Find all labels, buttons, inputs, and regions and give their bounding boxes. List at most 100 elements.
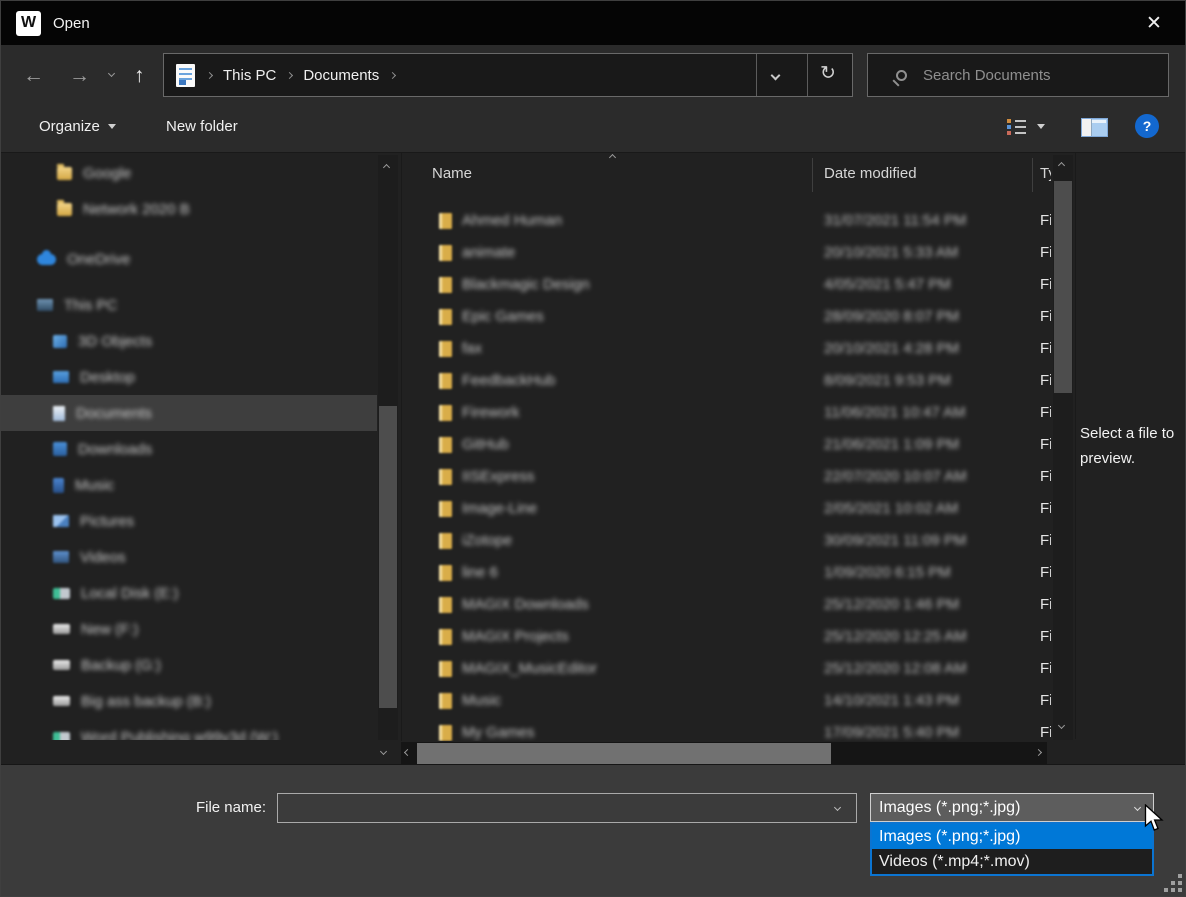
address-bar[interactable]: This PC Documents ↻ — [163, 53, 853, 97]
back-button[interactable]: ← — [23, 63, 44, 89]
organize-button[interactable]: Organize — [39, 118, 116, 135]
forward-button[interactable]: → — [69, 63, 90, 89]
sidebar-item-local-disk-e-[interactable]: Local Disk (E:) — [1, 575, 377, 611]
sidebar-item-onedrive[interactable]: OneDrive — [1, 241, 377, 277]
scroll-up-icon[interactable] — [1058, 162, 1065, 169]
file-date-modified: 28/09/2020 8:07 PM — [824, 308, 959, 325]
file-row[interactable]: Music14/10/2021 1:43 PMFile folder — [402, 685, 1051, 717]
address-dropdown-chevron-icon[interactable] — [771, 71, 781, 81]
file-row[interactable]: IISExpress22/07/2020 10:07 AMFile folder — [402, 461, 1051, 493]
file-row[interactable]: FeedbackHub8/09/2021 9:53 PMFile folder — [402, 365, 1051, 397]
folder-icon — [439, 565, 452, 581]
file-type: File folder — [1040, 596, 1051, 613]
file-row[interactable]: Blackmagic Design4/05/2021 5:47 PMFile f… — [402, 269, 1051, 301]
column-header-name[interactable]: Name — [432, 165, 472, 182]
sidebar-item-this-pc[interactable]: This PC — [1, 287, 377, 323]
file-row[interactable]: GitHub21/06/2021 1:09 PMFile folder — [402, 429, 1051, 461]
refresh-icon[interactable]: ↻ — [820, 62, 836, 85]
sidebar-list: GoogleNetwork 2020 B OneDrive This PC3D Ob… — [1, 155, 377, 740]
sidebar-item-label: Documents — [76, 405, 152, 422]
file-date-modified: 22/07/2020 10:07 AM — [824, 468, 967, 485]
sidebar-item-pictures[interactable]: Pictures — [1, 503, 377, 539]
file-row[interactable]: line 61/09/2020 6:15 PMFile folder — [402, 557, 1051, 589]
sidebar-item-documents[interactable]: Documents — [1, 395, 377, 431]
file-row[interactable]: Ahmed Human31/07/2021 11:54 PMFile folde… — [402, 205, 1051, 237]
sidebar-item-music[interactable]: Music — [1, 467, 377, 503]
column-divider[interactable] — [812, 158, 813, 192]
file-date-modified: 1/09/2020 6:15 PM — [824, 564, 951, 581]
file-type: File folder — [1040, 532, 1051, 549]
horizontal-scrollbar-thumb[interactable] — [417, 743, 831, 764]
view-mode-button[interactable] — [1006, 118, 1045, 135]
horizontal-scrollbar[interactable] — [401, 742, 1047, 765]
resize-grip[interactable] — [1164, 874, 1182, 892]
recent-locations-chevron-icon[interactable] — [108, 70, 115, 77]
documents-icon — [53, 406, 65, 421]
sidebar-item-backup-g-[interactable]: Backup (G:) — [1, 647, 377, 683]
sidebar-scrollbar-thumb[interactable] — [379, 406, 397, 708]
breadcrumb-documents[interactable]: Documents — [297, 67, 385, 84]
sidebar-item-label: New (F:) — [81, 621, 139, 638]
file-row[interactable]: MAGIX Projects25/12/2020 12:25 AMFile fo… — [402, 621, 1051, 653]
file-type-option[interactable]: Videos (*.mp4;*.mov) — [872, 849, 1152, 874]
caret-down-icon — [1037, 124, 1045, 129]
close-button[interactable]: ✕ — [1139, 9, 1169, 37]
folder-icon — [439, 661, 452, 677]
sidebar-item-word-publishing-w99y3d-w-[interactable]: Word Publishing w99y3d (W:) — [1, 719, 377, 740]
breadcrumb-this-pc[interactable]: This PC — [217, 67, 282, 84]
file-list-scrollbar-thumb[interactable] — [1054, 181, 1072, 393]
sidebar-item-label: Videos — [80, 549, 126, 566]
file-row[interactable]: animate20/10/2021 5:33 AMFile folder — [402, 237, 1051, 269]
address-divider — [807, 54, 808, 96]
help-button[interactable]: ? — [1135, 114, 1159, 138]
folder-icon — [439, 437, 452, 453]
sidebar-scroll-down-icon[interactable] — [380, 748, 387, 755]
search-input[interactable] — [923, 67, 1168, 84]
file-row[interactable]: MAGIX_MusicEditor25/12/2020 12:08 AMFile… — [402, 653, 1051, 685]
column-header-type[interactable]: Type — [1040, 165, 1051, 182]
file-type-select[interactable]: Images (*.png;*.jpg) — [870, 793, 1154, 822]
file-row[interactable]: Firework11/06/2021 10:47 AMFile folder — [402, 397, 1051, 429]
sidebar-scrollbar[interactable] — [378, 155, 398, 740]
file-date-modified: 2/05/2021 10:02 AM — [824, 500, 958, 517]
up-button[interactable]: ↑ — [134, 63, 145, 89]
scroll-left-icon[interactable] — [404, 749, 411, 756]
scroll-right-icon[interactable] — [1035, 749, 1042, 756]
videos-icon — [53, 551, 69, 563]
sidebar-item-google[interactable]: Google — [1, 155, 377, 191]
file-type-option[interactable]: Images (*.png;*.jpg) — [872, 824, 1152, 849]
file-row[interactable]: Epic Games28/09/2020 8:07 PMFile folder — [402, 301, 1051, 333]
breadcrumb-chevron-icon — [206, 71, 213, 78]
file-date-modified: 17/09/2021 5:40 PM — [824, 724, 959, 741]
file-row[interactable]: fax20/10/2021 4:28 PMFile folder — [402, 333, 1051, 365]
file-row[interactable]: iZotope30/09/2021 11:09 PMFile folder — [402, 525, 1051, 557]
file-list-scrollbar[interactable] — [1053, 155, 1073, 740]
file-row[interactable]: My Games17/09/2021 5:40 PMFile folder — [402, 717, 1051, 741]
preview-pane-button[interactable] — [1081, 118, 1108, 137]
sidebar-item-videos[interactable]: Videos — [1, 539, 377, 575]
sidebar-item-3d-objects[interactable]: 3D Objects — [1, 323, 377, 359]
new-folder-button[interactable]: New folder — [166, 118, 238, 135]
file-type: File folder — [1040, 340, 1051, 357]
file-date-modified: 4/05/2021 5:47 PM — [824, 276, 951, 293]
folder-icon — [439, 725, 452, 741]
folder-icon — [439, 245, 452, 261]
scroll-up-icon[interactable] — [383, 164, 390, 171]
file-type: File folder — [1040, 308, 1051, 325]
file-row[interactable]: Image-Line2/05/2021 10:02 AMFile folder — [402, 493, 1051, 525]
scroll-down-icon[interactable] — [1058, 722, 1065, 729]
sidebar-item-label: Music — [75, 477, 114, 494]
sidebar-item-downloads[interactable]: Downloads — [1, 431, 377, 467]
file-date-modified: 25/12/2020 1:46 PM — [824, 596, 959, 613]
caret-down-icon — [108, 124, 116, 129]
column-header-date-modified[interactable]: Date modified — [824, 165, 917, 182]
file-name-input[interactable] — [277, 793, 857, 823]
folder-icon — [439, 533, 452, 549]
sidebar-item-desktop[interactable]: Desktop — [1, 359, 377, 395]
column-divider[interactable] — [1032, 158, 1033, 192]
sidebar-item-network-2020-b[interactable]: Network 2020 B — [1, 191, 377, 227]
sidebar-item-big-ass-backup-b-[interactable]: Big ass backup (B:) — [1, 683, 377, 719]
drive-gray-icon — [53, 696, 70, 706]
file-row[interactable]: MAGIX Downloads25/12/2020 1:46 PMFile fo… — [402, 589, 1051, 621]
sidebar-item-new-f-[interactable]: New (F:) — [1, 611, 377, 647]
